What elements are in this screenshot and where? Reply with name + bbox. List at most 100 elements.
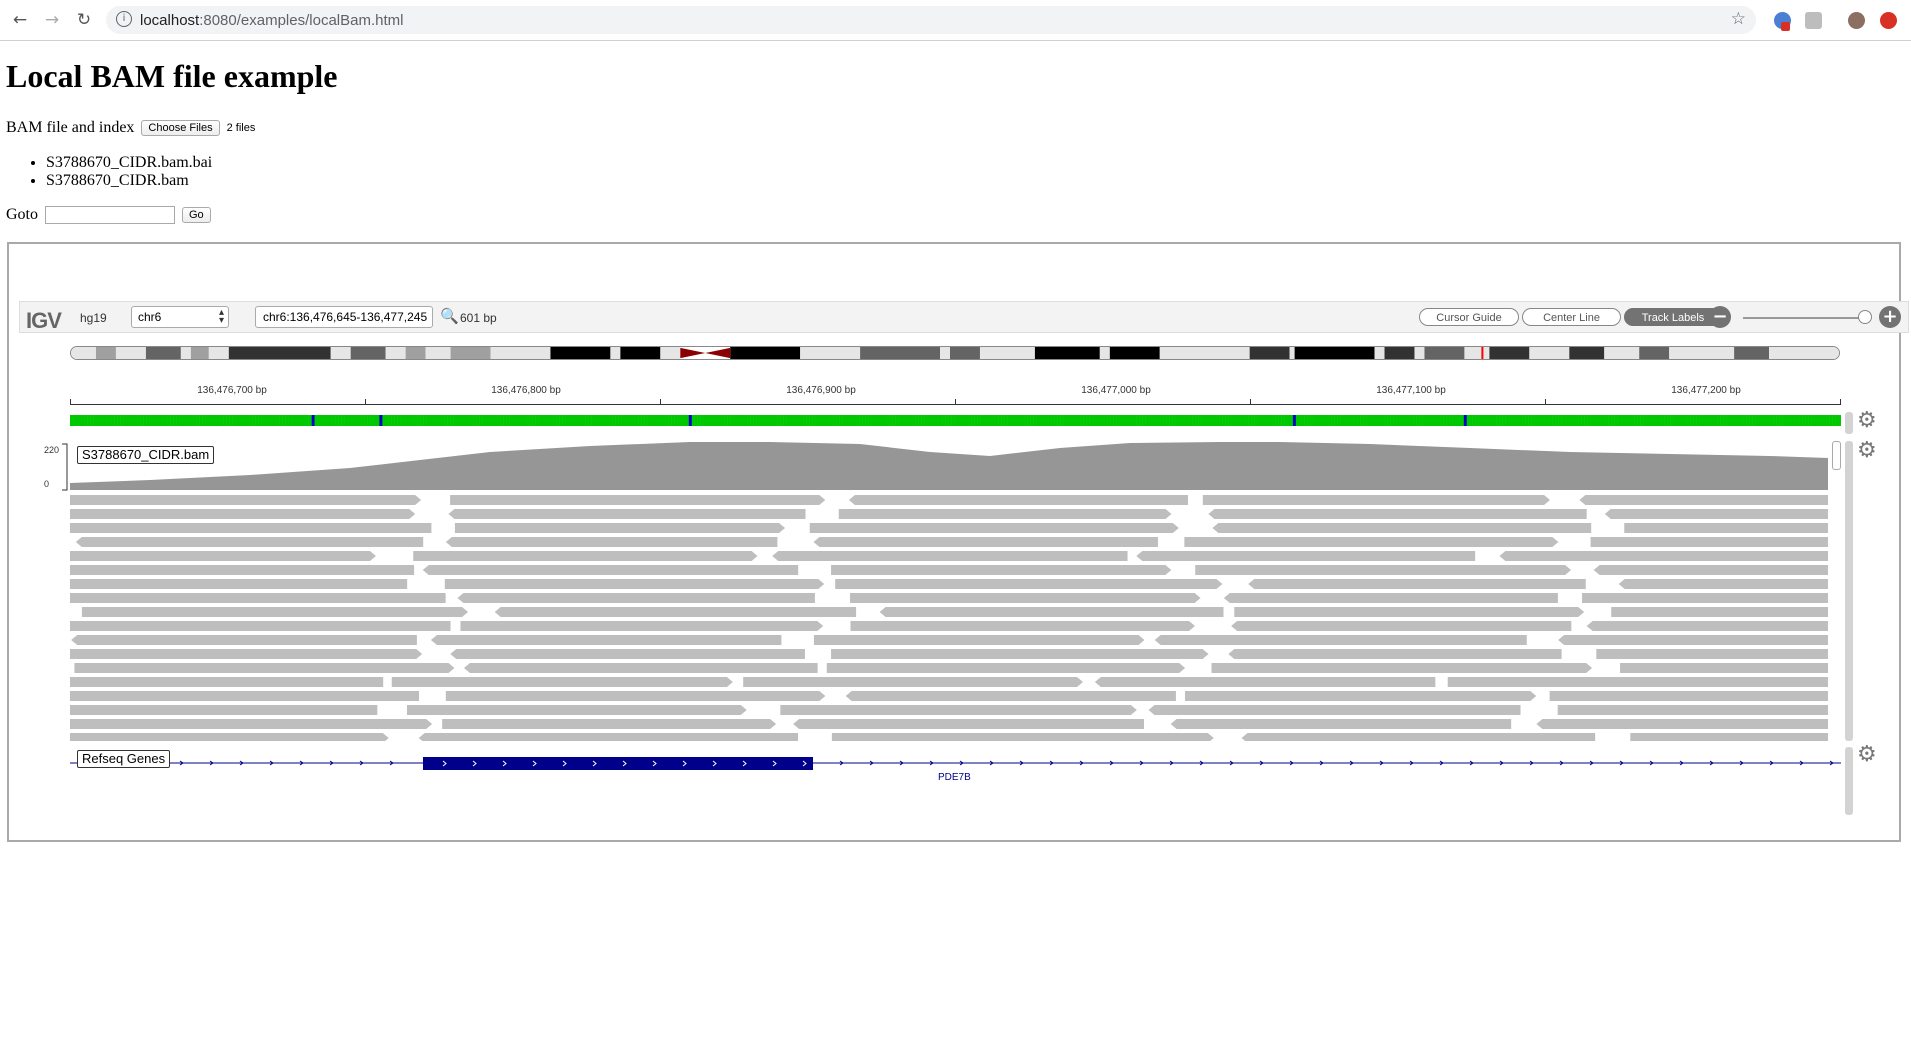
zoom-out-icon[interactable]: − bbox=[1709, 306, 1731, 328]
alignment-read[interactable] bbox=[70, 565, 415, 575]
alignment-read[interactable] bbox=[1184, 537, 1559, 547]
alignment-read[interactable] bbox=[1536, 719, 1828, 729]
alignment-read[interactable] bbox=[70, 705, 378, 715]
chromosome-select[interactable]: chr6 ▴ ▾ bbox=[131, 306, 229, 328]
search-icon[interactable]: 🔍 bbox=[440, 307, 459, 325]
alignment-read[interactable] bbox=[418, 733, 799, 741]
sequence-gear-icon[interactable]: ⚙ bbox=[1857, 410, 1877, 432]
zoom-slider[interactable] bbox=[1743, 317, 1863, 319]
alignment-read[interactable] bbox=[1228, 649, 1562, 659]
address-bar[interactable]: i localhost:8080/examples/localBam.html … bbox=[106, 6, 1756, 34]
locus-input[interactable]: chr6:136,476,645-136,477,245 bbox=[255, 306, 433, 328]
alignment-read[interactable] bbox=[1208, 509, 1587, 519]
alignment-gear-icon[interactable]: ⚙ bbox=[1857, 440, 1877, 462]
alignment-read[interactable] bbox=[450, 649, 805, 659]
alignment-read[interactable] bbox=[70, 733, 389, 741]
alignment-read[interactable] bbox=[780, 705, 1137, 715]
alignment-read[interactable] bbox=[445, 691, 826, 701]
alignment-read[interactable] bbox=[70, 691, 420, 701]
gene-track-sidebar[interactable] bbox=[1845, 747, 1853, 815]
alignment-read[interactable] bbox=[850, 593, 1201, 603]
chromosome-ideogram[interactable] bbox=[70, 346, 1840, 360]
alignment-read[interactable] bbox=[444, 579, 825, 589]
alignment-read[interactable] bbox=[430, 635, 782, 645]
gene-exon[interactable] bbox=[423, 757, 813, 770]
bookmark-star-icon[interactable]: ☆ bbox=[1731, 9, 1746, 29]
alignment-read[interactable] bbox=[1202, 495, 1551, 505]
track-labels-button[interactable]: Track Labels bbox=[1624, 308, 1722, 326]
alignment-read[interactable] bbox=[454, 523, 786, 533]
alignment-read[interactable] bbox=[70, 649, 423, 659]
alignment-read[interactable] bbox=[70, 719, 433, 729]
alignment-read[interactable] bbox=[1231, 621, 1572, 631]
alignment-read[interactable] bbox=[772, 551, 1128, 561]
alignment-read[interactable] bbox=[809, 523, 1179, 533]
alignment-read[interactable] bbox=[1248, 579, 1586, 589]
alignment-read[interactable] bbox=[1170, 719, 1512, 729]
alignment-read[interactable] bbox=[831, 649, 1209, 659]
alignment-read[interactable] bbox=[1590, 537, 1828, 547]
alignment-read[interactable] bbox=[1499, 551, 1828, 561]
alignment-read[interactable] bbox=[442, 719, 777, 729]
alignment-read[interactable] bbox=[1211, 663, 1593, 673]
alignment-reads[interactable] bbox=[70, 495, 1828, 741]
goto-input[interactable] bbox=[45, 206, 175, 225]
alignment-read[interactable] bbox=[74, 663, 455, 673]
extension-g-icon[interactable] bbox=[1805, 12, 1822, 29]
alignment-read[interactable] bbox=[70, 579, 408, 589]
profile-avatar-icon[interactable] bbox=[1848, 12, 1865, 29]
alignment-read[interactable] bbox=[1549, 691, 1828, 701]
alignment-read[interactable] bbox=[793, 719, 1144, 729]
info-icon[interactable]: i bbox=[116, 11, 132, 27]
alignment-read[interactable] bbox=[1630, 733, 1828, 741]
zoom-in-icon[interactable]: + bbox=[1879, 306, 1901, 328]
alignment-track-sidebar[interactable] bbox=[1845, 441, 1853, 741]
alignment-read[interactable] bbox=[70, 495, 422, 505]
alignment-read[interactable] bbox=[1195, 565, 1572, 575]
alignment-read[interactable] bbox=[460, 621, 824, 631]
alignment-read[interactable] bbox=[1620, 663, 1828, 673]
alignment-read[interactable] bbox=[70, 677, 384, 687]
extension-stop-icon[interactable] bbox=[1880, 12, 1897, 29]
gene-gear-icon[interactable]: ⚙ bbox=[1857, 744, 1877, 766]
alignment-read[interactable] bbox=[81, 607, 469, 617]
alignment-read[interactable] bbox=[1579, 495, 1828, 505]
alignment-read[interactable] bbox=[70, 509, 416, 519]
alignment-read[interactable] bbox=[1234, 607, 1585, 617]
alignment-read[interactable] bbox=[448, 509, 806, 519]
alignment-read[interactable] bbox=[1223, 593, 1558, 603]
go-button[interactable]: Go bbox=[182, 207, 211, 224]
alignment-read[interactable] bbox=[75, 537, 424, 547]
address-url[interactable]: localhost:8080/examples/localBam.html bbox=[140, 12, 403, 29]
alignment-scrollbar[interactable] bbox=[1832, 441, 1841, 470]
alignment-read[interactable] bbox=[838, 509, 1172, 519]
alignment-read[interactable] bbox=[70, 551, 376, 561]
alignment-read[interactable] bbox=[1624, 523, 1828, 533]
alignment-read[interactable] bbox=[1447, 677, 1828, 687]
alignment-read[interactable] bbox=[1611, 607, 1828, 617]
alignment-read[interactable] bbox=[1185, 691, 1537, 701]
alignment-read[interactable] bbox=[1593, 565, 1828, 575]
sequence-track-sidebar[interactable] bbox=[1845, 412, 1853, 434]
alignment-read[interactable] bbox=[845, 691, 1176, 701]
alignment-read[interactable] bbox=[1148, 705, 1521, 715]
alignment-read[interactable] bbox=[391, 677, 733, 687]
alignment-read[interactable] bbox=[743, 677, 1083, 687]
choose-files-button[interactable]: Choose Files bbox=[141, 120, 220, 137]
alignment-read[interactable] bbox=[1094, 677, 1436, 687]
cursor-guide-button[interactable]: Cursor Guide bbox=[1419, 308, 1519, 326]
alignment-read[interactable] bbox=[406, 705, 747, 715]
alignment-read[interactable] bbox=[70, 593, 446, 603]
zoom-slider-handle[interactable] bbox=[1858, 310, 1872, 324]
alignment-read[interactable] bbox=[1582, 593, 1828, 603]
alignment-read[interactable] bbox=[831, 733, 1214, 741]
alignment-read[interactable] bbox=[70, 621, 451, 631]
alignment-read[interactable] bbox=[494, 607, 857, 617]
alignment-read[interactable] bbox=[850, 621, 1195, 631]
center-line-button[interactable]: Center Line bbox=[1522, 308, 1621, 326]
alignment-read[interactable] bbox=[1557, 705, 1828, 715]
alignment-read[interactable] bbox=[1596, 649, 1828, 659]
alignment-read[interactable] bbox=[457, 593, 815, 603]
alignment-read[interactable] bbox=[848, 495, 1189, 505]
alignment-read[interactable] bbox=[835, 579, 1223, 589]
